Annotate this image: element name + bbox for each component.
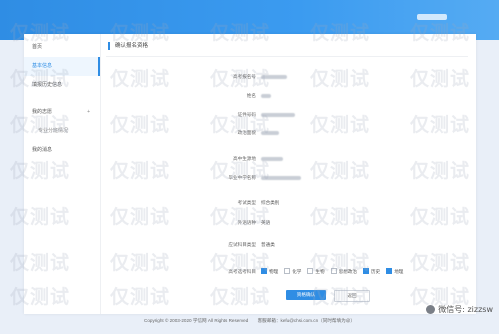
- contact-email: 客服邮箱：kefu@chsi.com.cn（同时帮填为@）: [257, 318, 355, 323]
- subject-checkbox[interactable]: 物理: [261, 267, 278, 276]
- wechat-badge: 微信号: zizzsw: [426, 304, 493, 315]
- sidebar-item[interactable]: 基本信息: [24, 57, 100, 76]
- form-row: 外语语种 英语: [106, 218, 468, 227]
- form-row-label: 政治面貌: [237, 130, 256, 135]
- subject-label: 生物: [315, 269, 325, 274]
- checkbox-icon[interactable]: [307, 268, 314, 275]
- sidebar-item[interactable]: 专业分班情况: [24, 122, 100, 141]
- checkbox-icon[interactable]: [284, 268, 291, 275]
- form-row: 考试类型 综合类别: [106, 198, 468, 207]
- form-row: 姓名: [106, 91, 468, 100]
- sidebar-item-label: 首页: [32, 44, 43, 50]
- form-row: 毕业中学名称: [106, 173, 468, 182]
- redacted-value: [261, 112, 295, 117]
- subject-checkbox[interactable]: 生物: [307, 267, 325, 276]
- form-row: 证件号码: [106, 110, 468, 119]
- page-title: 确认报名资格: [108, 42, 468, 50]
- main-panel: 确认报名资格 高考报名号姓名证件号码政治面貌高中生源地毕业中学名称考试类型 综合类…: [106, 42, 468, 310]
- sidebar-item-label: 填报历史信息: [32, 82, 63, 88]
- sidebar-item[interactable]: 我的志愿 +: [24, 103, 100, 122]
- subject-checkbox[interactable]: 化学: [284, 267, 301, 276]
- redacted-value: [261, 130, 279, 135]
- sidebar-item-label: 我的志愿: [32, 109, 53, 115]
- checkbox-icon[interactable]: [330, 268, 337, 275]
- copyright-text: Copyright © 2003-2020 学信网 All Rights Res…: [144, 318, 249, 323]
- form-row-value: [261, 173, 301, 182]
- form-row: 高中生源地: [106, 154, 468, 163]
- subject-label: 化学: [292, 269, 302, 274]
- subject-checkbox[interactable]: 地理: [386, 267, 403, 276]
- form-row-label: 毕业中学名称: [228, 175, 256, 180]
- sidebar-item-label: 专业分班情况: [38, 128, 69, 134]
- subjects-row: 高考选考科目 物理 化学 生物 思想政治 历史 地理: [106, 267, 468, 276]
- divider: [106, 56, 468, 57]
- footer: Copyright © 2003-2020 学信网 All Rights Res…: [0, 318, 499, 324]
- sidebar-item-label: 基本信息: [32, 63, 53, 69]
- wechat-id: 微信号: zizzsw: [438, 305, 493, 314]
- sidebar-item[interactable]: 我的消息: [24, 141, 100, 160]
- subject-label: 历史: [371, 269, 381, 274]
- wechat-logo-icon: [426, 305, 436, 314]
- sidebar-item[interactable]: 首页: [24, 38, 100, 57]
- subject-checkbox[interactable]: 思想政治: [330, 267, 357, 276]
- form-row-label: 外语语种: [237, 220, 256, 225]
- checkbox-icon[interactable]: [363, 268, 369, 275]
- redacted-value: [261, 93, 271, 98]
- redacted-value: [261, 156, 283, 161]
- content-card: 首页基本信息填报历史信息 我的志愿 + 专业分班情况我的消息 确认报名资格 高考报名号…: [24, 34, 476, 314]
- redacted-value: [261, 175, 301, 180]
- form-row-value: [261, 72, 287, 81]
- sidebar-item-label: 我的消息: [32, 147, 53, 153]
- form-row-value: 普通类: [261, 242, 275, 247]
- user-account-link[interactable]: [417, 14, 447, 20]
- sidebar: 首页基本信息填报历史信息 我的志愿 + 专业分班情况我的消息: [24, 34, 101, 314]
- form-row: 高考报名号: [106, 72, 468, 81]
- form-row-value: 综合类别: [261, 200, 280, 205]
- form-row-value: 英语: [261, 220, 271, 225]
- form-row-value: [261, 154, 283, 163]
- form-row: 应试科目类型 普通类: [106, 240, 468, 249]
- subject-label: 思想政治: [338, 269, 357, 274]
- form-row: 政治面貌: [106, 128, 468, 137]
- form-row-label: 姓名: [246, 93, 256, 98]
- subjects-label: 高考选考科目: [228, 269, 256, 274]
- expand-icon[interactable]: +: [87, 103, 90, 122]
- subjects-checkbox-group: 物理 化学 生物 思想政治 历史 地理: [261, 267, 409, 276]
- form-row-label: 应试科目类型: [228, 242, 256, 247]
- sidebar-item[interactable]: 填报历史信息: [24, 76, 100, 95]
- checkbox-icon[interactable]: [386, 268, 393, 275]
- checkbox-icon[interactable]: [261, 268, 267, 275]
- form-row-value: [261, 128, 279, 137]
- form-row-label: 高考报名号: [233, 74, 256, 79]
- form-row-label: 高中生源地: [233, 156, 256, 161]
- confirm-button[interactable]: 资格确认: [286, 290, 326, 300]
- redacted-value: [261, 74, 287, 79]
- form-row-value: [261, 91, 271, 100]
- subject-label: 地理: [394, 269, 404, 274]
- subject-label: 物理: [269, 269, 279, 274]
- form-row-value: [261, 110, 295, 119]
- back-button[interactable]: 返回: [334, 290, 370, 302]
- form-row-label: 考试类型: [237, 200, 256, 205]
- form-row-label: 证件号码: [237, 112, 256, 117]
- subject-checkbox[interactable]: 历史: [363, 267, 380, 276]
